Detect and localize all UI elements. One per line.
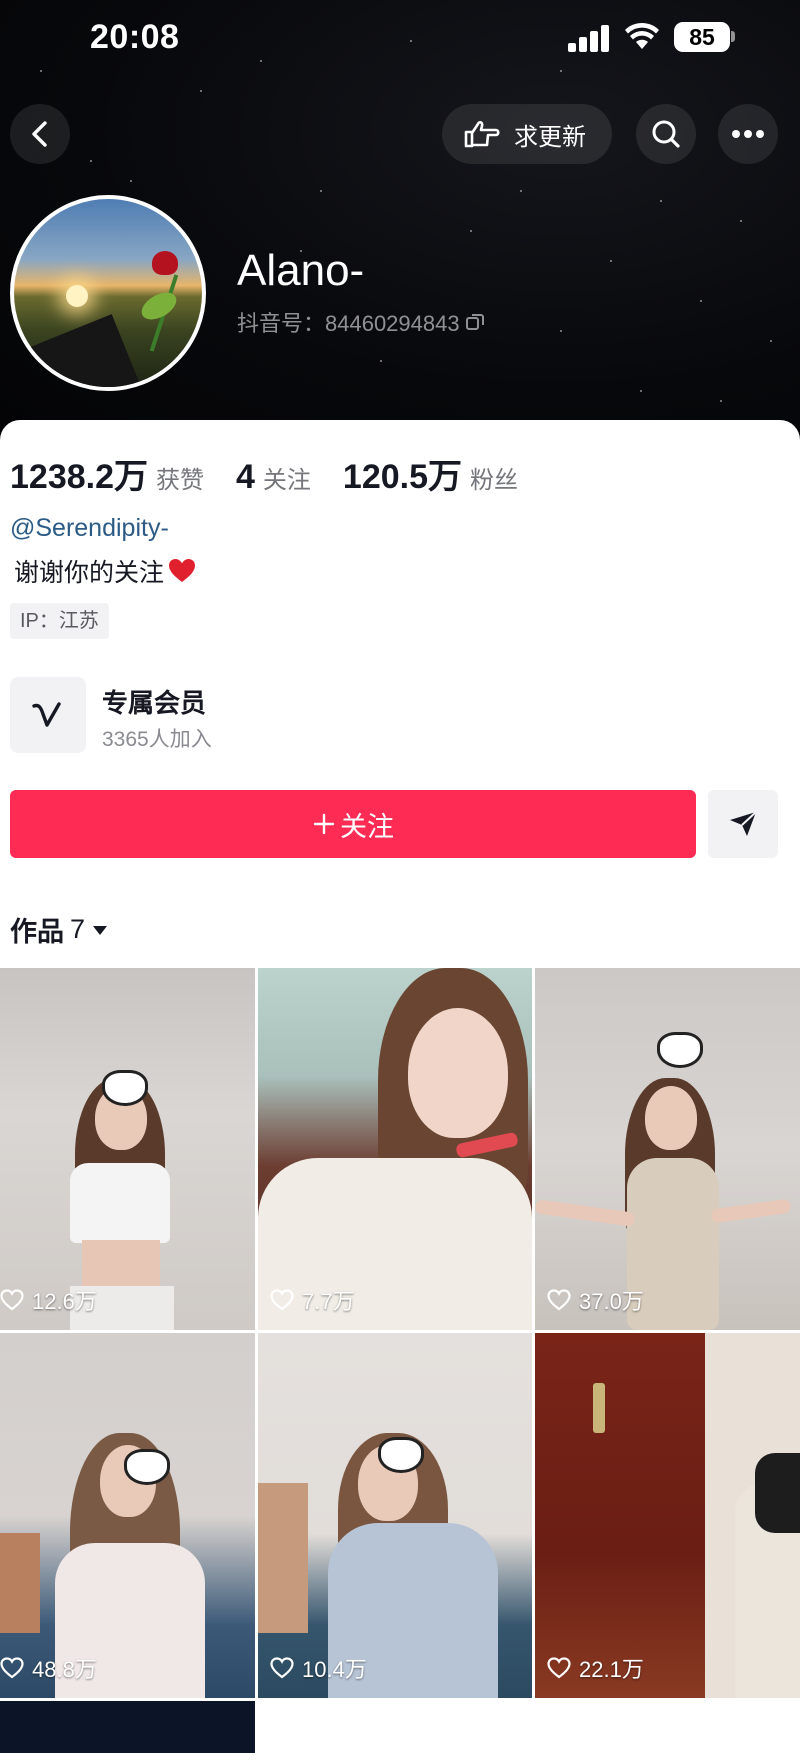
profile-bio: 谢谢你的关注 (14, 553, 196, 589)
membership-title: 专属会员 (102, 688, 207, 718)
video-likes-count: 37.0万 (579, 1289, 644, 1314)
paper-plane-icon (730, 811, 757, 836)
heart-outline-icon (547, 1289, 571, 1311)
membership-count: 3365人加入 (102, 728, 212, 751)
profile-nickname: Alano- (237, 246, 365, 295)
video-thumbnail-5[interactable]: 10.4万 (258, 1333, 532, 1698)
dropdown-triangle-icon (93, 925, 108, 935)
video-likes-count: 22.1万 (579, 1657, 644, 1682)
back-button[interactable] (10, 104, 70, 164)
likes-label: 获赞 (156, 467, 204, 494)
heart-outline-icon (270, 1289, 294, 1311)
heart-outline-icon (0, 1657, 24, 1679)
membership-v-icon (10, 677, 86, 753)
search-button[interactable] (636, 104, 696, 164)
followers-count[interactable]: 120.5万 (343, 449, 462, 498)
douyin-id-text: 抖音号：84460294843 (237, 311, 460, 336)
heart-outline-icon (0, 1289, 24, 1311)
battery-tip (731, 31, 735, 42)
video-likes: 10.4万 (270, 1652, 367, 1684)
ip-location-tag: IP：江苏 (10, 603, 109, 639)
works-count: 7 (70, 914, 86, 944)
video-likes: 22.1万 (547, 1652, 644, 1684)
video-likes: 12.6万 (0, 1284, 97, 1316)
follow-label: 关注 (340, 811, 394, 842)
cellular-signal-icon (568, 24, 610, 52)
request-update-button[interactable]: 求更新 (442, 104, 612, 164)
works-tab[interactable]: 作品 7 (10, 910, 109, 949)
heart-outline-icon (270, 1657, 294, 1679)
pointing-hand-icon (464, 120, 500, 148)
heart-outline-icon (547, 1657, 571, 1679)
following-count[interactable]: 4 (236, 458, 255, 497)
chevron-left-icon (32, 121, 47, 147)
plus-icon (313, 813, 335, 835)
video-likes-count: 10.4万 (302, 1657, 367, 1682)
video-likes-count: 12.6万 (32, 1289, 97, 1314)
video-likes: 37.0万 (547, 1284, 644, 1316)
red-heart-icon (169, 559, 196, 582)
works-tab-label: 作品 (10, 917, 64, 947)
exclusive-membership-entry[interactable]: 专属会员 3365人加入 (10, 677, 410, 753)
video-thumbnail-4[interactable]: 48.8万 (0, 1333, 255, 1698)
video-likes-count: 48.8万 (32, 1657, 97, 1682)
video-thumbnail-3[interactable]: 37.0万 (535, 968, 800, 1330)
follow-button[interactable]: 关注 (10, 790, 696, 858)
search-icon (652, 120, 680, 148)
video-likes-count: 7.7万 (302, 1289, 355, 1314)
profile-avatar[interactable] (10, 195, 206, 391)
status-bar: 20:08 85 (0, 0, 800, 80)
video-thumbnail-6[interactable]: 22.1万 (535, 1333, 800, 1698)
video-thumbnail-7[interactable] (0, 1701, 255, 1753)
douyin-id[interactable]: 抖音号：84460294843 (237, 306, 486, 338)
bio-mention-link[interactable]: @Serendipity- (10, 514, 169, 543)
video-likes: 48.8万 (0, 1652, 97, 1684)
more-dots-icon (732, 130, 764, 138)
following-label[interactable]: 关注 (263, 460, 311, 495)
request-update-label: 求更新 (514, 123, 586, 151)
more-options-button[interactable] (718, 104, 778, 164)
copy-icon[interactable] (464, 311, 486, 333)
profile-stats: 1238.2万 获赞 4 关注 120.5万 粉丝 (10, 449, 550, 498)
followers-label[interactable]: 粉丝 (470, 460, 518, 495)
video-likes: 7.7万 (270, 1284, 355, 1316)
battery-indicator: 85 (674, 22, 730, 52)
bio-text: 谢谢你的关注 (14, 559, 165, 587)
send-message-button[interactable] (708, 790, 778, 858)
video-thumbnail-1[interactable]: 12.6万 (0, 968, 255, 1330)
video-thumbnail-2[interactable]: 7.7万 (258, 968, 532, 1330)
wifi-icon (625, 22, 659, 49)
status-time: 20:08 (90, 18, 180, 56)
likes-count: 1238.2万 (10, 458, 148, 496)
